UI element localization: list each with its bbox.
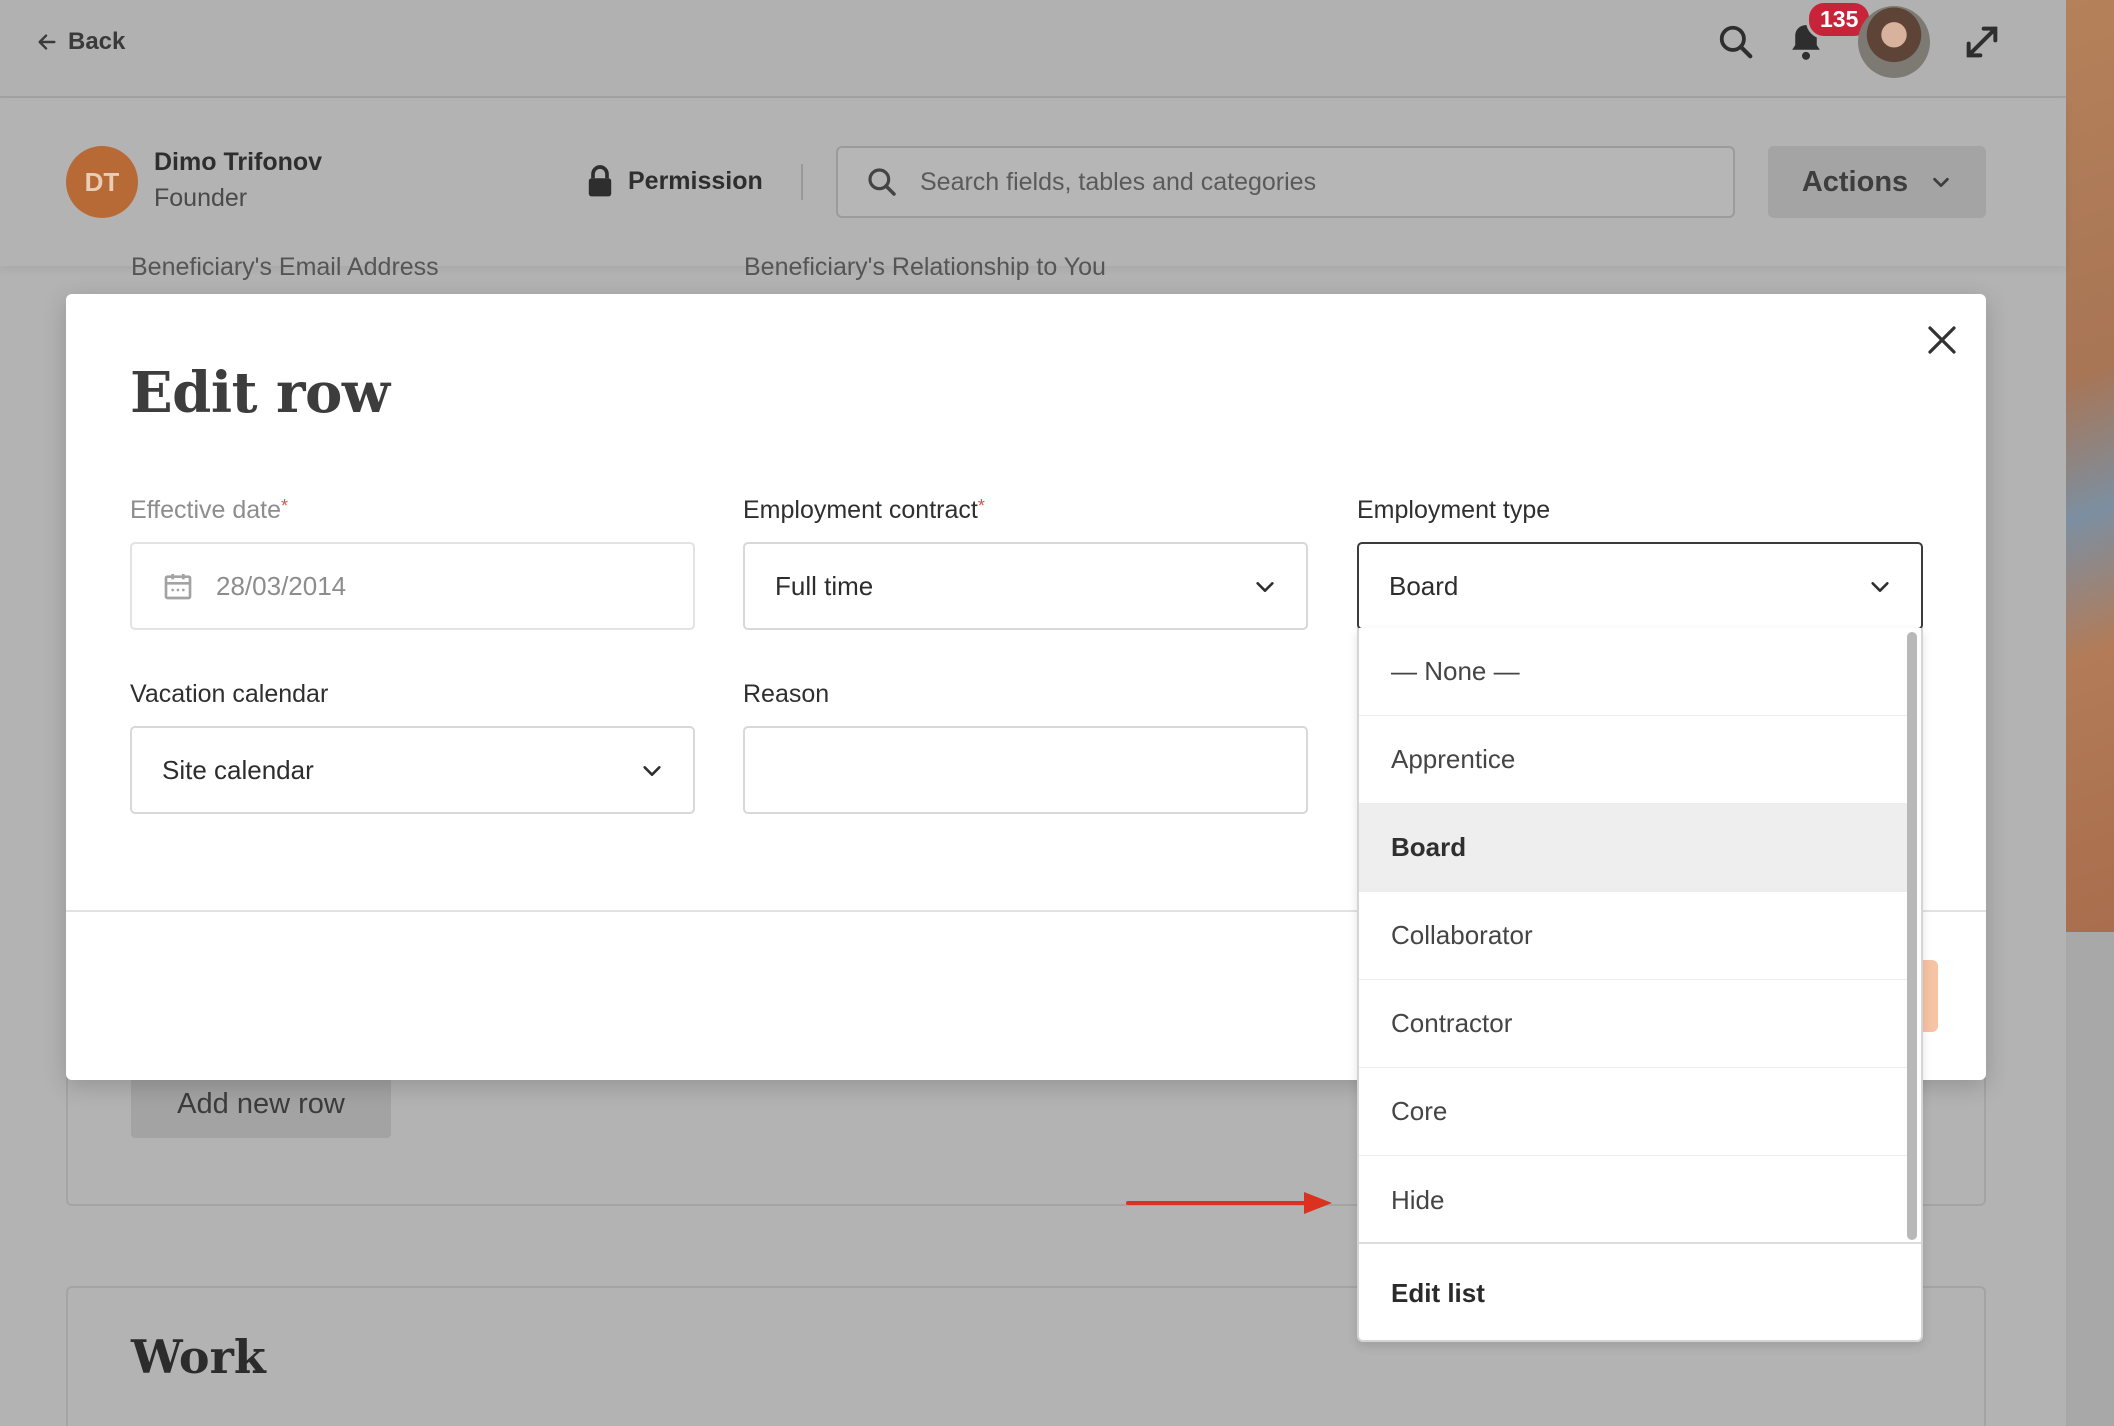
reason-input[interactable] bbox=[743, 726, 1308, 814]
employment-type-label: Employment type bbox=[1357, 496, 1551, 524]
effective-date-value: 28/03/2014 bbox=[216, 570, 347, 601]
chevron-down-icon bbox=[1871, 582, 1889, 592]
option-none[interactable]: — None — bbox=[1359, 628, 1909, 716]
section-title: Work bbox=[131, 1330, 266, 1384]
chevron-down-icon bbox=[1256, 582, 1274, 592]
actions-button[interactable]: Actions bbox=[1768, 146, 1986, 218]
search-icon[interactable] bbox=[1714, 20, 1758, 64]
option-apprentice[interactable]: Apprentice bbox=[1359, 716, 1909, 804]
background-artwork bbox=[2066, 0, 2114, 932]
employment-contract-label-text: Employment contract bbox=[743, 496, 978, 524]
user-avatar[interactable] bbox=[1858, 6, 1930, 78]
employment-type-value: Board bbox=[1389, 570, 1459, 601]
field-label-email: Beneficiary's Email Address bbox=[131, 253, 439, 281]
dropdown-scrollbar[interactable] bbox=[1907, 632, 1917, 1240]
back-link[interactable]: Back bbox=[36, 28, 125, 56]
actions-label: Actions bbox=[1801, 165, 1909, 198]
employment-contract-select[interactable]: Full time bbox=[743, 542, 1308, 630]
required-mark: * bbox=[281, 496, 289, 516]
search-placeholder: Search fields, tables and categories bbox=[920, 167, 1317, 196]
modal-title: Edit row bbox=[130, 360, 390, 426]
chevron-down-icon bbox=[1933, 177, 1949, 188]
effective-date-field[interactable]: 28/03/2014 bbox=[130, 542, 695, 630]
vacation-calendar-value: Site calendar bbox=[162, 754, 314, 785]
chevron-down-icon bbox=[643, 766, 661, 776]
permission-label: Permission bbox=[628, 166, 763, 195]
option-board[interactable]: Board bbox=[1359, 804, 1909, 892]
person-name: Dimo Trifonov bbox=[154, 148, 323, 176]
divider bbox=[801, 164, 803, 200]
option-collaborator[interactable]: Collaborator bbox=[1359, 892, 1909, 980]
option-hide[interactable]: Hide bbox=[1359, 1156, 1909, 1244]
arrow-left-icon bbox=[38, 34, 56, 50]
option-contractor[interactable]: Contractor bbox=[1359, 980, 1909, 1068]
search-input[interactable]: Search fields, tables and categories bbox=[836, 146, 1735, 218]
employment-contract-value: Full time bbox=[775, 570, 874, 601]
effective-date-label: Effective date* bbox=[130, 496, 288, 525]
add-new-row-button[interactable]: Add new row bbox=[131, 1070, 391, 1138]
employment-type-dropdown: — None — Apprentice Board Collaborator C… bbox=[1357, 628, 1923, 1342]
search-icon bbox=[868, 168, 896, 196]
top-bar: Back 135 bbox=[0, 0, 2066, 98]
employment-type-select[interactable]: Board bbox=[1357, 542, 1923, 630]
annotation-arrow bbox=[1126, 1192, 1332, 1214]
vacation-calendar-select[interactable]: Site calendar bbox=[130, 726, 695, 814]
expand-icon[interactable] bbox=[1960, 20, 2004, 64]
close-icon[interactable] bbox=[1924, 322, 1960, 358]
option-core[interactable]: Core bbox=[1359, 1068, 1909, 1156]
field-label-relationship: Beneficiary's Relationship to You bbox=[744, 253, 1106, 281]
effective-date-label-text: Effective date bbox=[130, 496, 282, 524]
permission-button[interactable]: Permission bbox=[586, 164, 763, 198]
person-role: Founder bbox=[154, 184, 248, 212]
avatar: DT bbox=[66, 146, 138, 218]
vacation-calendar-label: Vacation calendar bbox=[130, 680, 329, 708]
back-label: Back bbox=[68, 28, 126, 55]
edit-list-link[interactable]: Edit list bbox=[1359, 1242, 1921, 1340]
reason-label: Reason bbox=[743, 680, 830, 708]
calendar-icon bbox=[164, 574, 192, 600]
required-mark: * bbox=[977, 496, 985, 516]
employment-contract-label: Employment contract* bbox=[743, 496, 985, 525]
lock-icon bbox=[588, 165, 612, 197]
